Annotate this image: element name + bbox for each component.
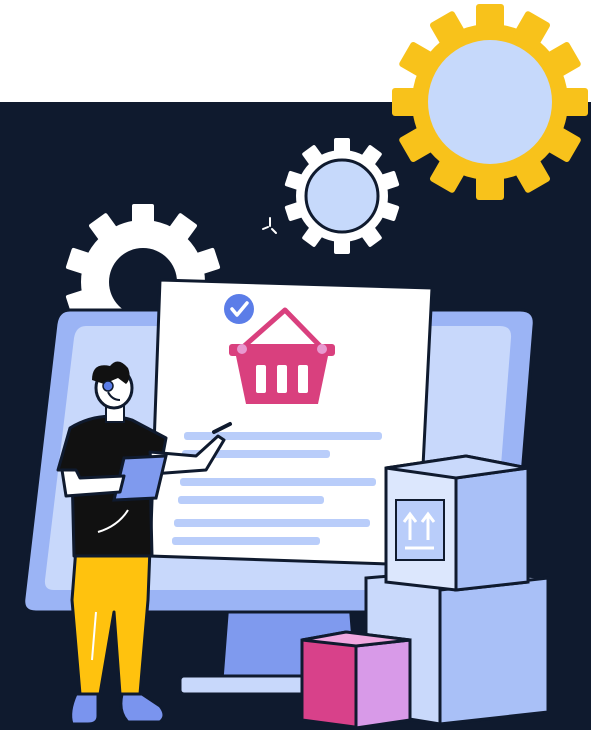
illustration bbox=[0, 4, 591, 730]
box-icon bbox=[300, 630, 412, 730]
illustration-scene bbox=[0, 0, 591, 730]
check-icon bbox=[224, 294, 254, 324]
